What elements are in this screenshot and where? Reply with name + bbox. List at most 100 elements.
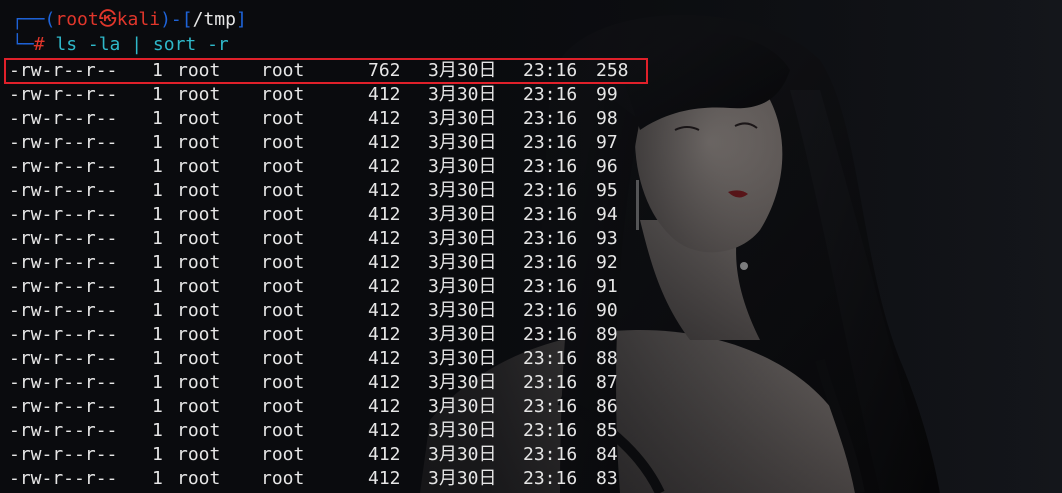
file-group: root — [261, 348, 305, 369]
prompt-close-bracket: ] — [235, 9, 247, 30]
file-time: 23:16 — [523, 108, 578, 129]
file-name: 96 — [596, 156, 618, 177]
file-owner: root — [177, 156, 221, 177]
file-date: 3月30日 — [428, 300, 497, 321]
file-size: 412 — [368, 324, 401, 345]
file-time: 23:16 — [523, 372, 578, 393]
file-name: 90 — [596, 300, 618, 321]
link-count: 1 — [152, 300, 163, 321]
file-owner: root — [177, 228, 221, 249]
file-time: 23:16 — [523, 420, 578, 441]
file-group: root — [261, 396, 305, 417]
file-date: 3月30日 — [428, 156, 497, 177]
file-name: 89 — [596, 324, 618, 345]
file-time: 23:16 — [523, 396, 578, 417]
file-group: root — [261, 156, 305, 177]
link-count: 1 — [152, 204, 163, 225]
prompt-close-paren: ) — [160, 9, 171, 30]
file-time: 23:16 — [523, 348, 578, 369]
file-date: 3月30日 — [428, 132, 497, 153]
file-owner: root — [177, 108, 221, 129]
command-text[interactable]: ls -la | sort -r — [55, 34, 228, 55]
file-size: 412 — [368, 468, 401, 489]
file-name: 86 — [596, 396, 618, 417]
link-count: 1 — [152, 84, 163, 105]
file-date: 3月30日 — [428, 324, 497, 345]
file-group: root — [261, 180, 305, 201]
file-permissions: -rw-r--r-- — [9, 468, 118, 489]
file-permissions: -rw-r--r-- — [9, 156, 118, 177]
file-permissions: -rw-r--r-- — [9, 180, 118, 201]
file-name: 98 — [596, 108, 618, 129]
file-owner: root — [177, 348, 221, 369]
file-time: 23:16 — [523, 468, 578, 489]
file-name: 94 — [596, 204, 618, 225]
link-count: 1 — [152, 132, 163, 153]
file-owner: root — [177, 180, 221, 201]
file-name: 93 — [596, 228, 618, 249]
terminal-window[interactable]: ┌──(root㉿kali)-[/tmp] └─# ls -la | sort … — [0, 0, 1062, 493]
prompt-corner-top: ┌── — [12, 9, 45, 30]
file-permissions: -rw-r--r-- — [9, 84, 118, 105]
file-name: 88 — [596, 348, 618, 369]
file-group: root — [261, 444, 305, 465]
file-permissions: -rw-r--r-- — [9, 348, 118, 369]
prompt-dash: - — [170, 9, 182, 30]
file-size: 412 — [368, 420, 401, 441]
prompt-command-line[interactable]: └─# ls -la | sort -r — [12, 33, 229, 57]
file-size: 412 — [368, 348, 401, 369]
file-size: 412 — [368, 252, 401, 273]
file-name: 87 — [596, 372, 618, 393]
prompt-open-paren: ( — [44, 9, 56, 30]
link-count: 1 — [152, 252, 163, 273]
kali-skull-icon: ㉿ — [98, 9, 117, 30]
file-owner: root — [177, 84, 221, 105]
file-date: 3月30日 — [428, 420, 497, 441]
file-permissions: -rw-r--r-- — [9, 444, 118, 465]
file-permissions: -rw-r--r-- — [9, 420, 118, 441]
prompt-user: root — [55, 9, 99, 30]
file-date: 3月30日 — [428, 276, 497, 297]
prompt-host: kali — [116, 9, 161, 30]
file-group: root — [261, 252, 305, 273]
file-permissions: -rw-r--r-- — [9, 108, 118, 129]
file-name: 95 — [596, 180, 618, 201]
file-permissions: -rw-r--r-- — [9, 228, 118, 249]
file-time: 23:16 — [523, 156, 578, 177]
file-permissions: -rw-r--r-- — [9, 204, 118, 225]
prompt-path: /tmp — [192, 9, 236, 30]
file-owner: root — [177, 204, 221, 225]
file-date: 3月30日 — [428, 252, 497, 273]
link-count: 1 — [152, 228, 163, 249]
link-count: 1 — [152, 276, 163, 297]
prompt-hash: # — [33, 34, 45, 55]
link-count: 1 — [152, 468, 163, 489]
file-permissions: -rw-r--r-- — [9, 276, 118, 297]
prompt-corner-bottom: └─ — [12, 34, 34, 55]
link-count: 1 — [152, 420, 163, 441]
file-name: 91 — [596, 276, 618, 297]
file-name: 83 — [596, 468, 618, 489]
file-owner: root — [177, 468, 221, 489]
file-date: 3月30日 — [428, 468, 497, 489]
link-count: 1 — [152, 444, 163, 465]
file-permissions: -rw-r--r-- — [9, 132, 118, 153]
file-group: root — [261, 420, 305, 441]
prompt-header: ┌──(root㉿kali)-[/tmp] — [12, 8, 247, 32]
file-owner: root — [177, 396, 221, 417]
link-count: 1 — [152, 156, 163, 177]
file-owner: root — [177, 372, 221, 393]
file-owner: root — [177, 324, 221, 345]
file-owner: root — [177, 132, 221, 153]
link-count: 1 — [152, 372, 163, 393]
file-size: 412 — [368, 132, 401, 153]
file-permissions: -rw-r--r-- — [9, 300, 118, 321]
file-permissions: -rw-r--r-- — [9, 252, 118, 273]
file-size: 412 — [368, 372, 401, 393]
file-size: 412 — [368, 108, 401, 129]
link-count: 1 — [152, 396, 163, 417]
file-group: root — [261, 300, 305, 321]
file-permissions: -rw-r--r-- — [9, 372, 118, 393]
file-size: 412 — [368, 444, 401, 465]
file-size: 412 — [368, 84, 401, 105]
